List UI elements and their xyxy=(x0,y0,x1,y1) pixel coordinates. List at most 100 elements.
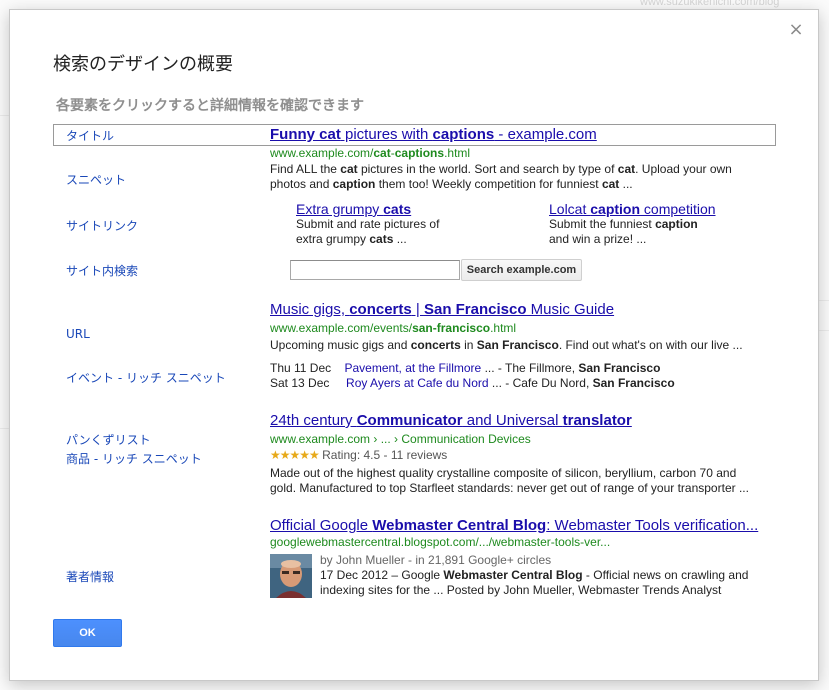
result1-title[interactable]: Funny cat pictures with captions - examp… xyxy=(270,126,597,143)
result1-title-part: - example.com xyxy=(494,126,597,143)
result4-title-part: Official Google xyxy=(270,517,373,534)
label-author[interactable]: 著者情報 xyxy=(66,568,114,585)
sitelink-title-part: competition xyxy=(640,201,716,217)
result2-snippet: Upcoming music gigs and concerts in San … xyxy=(270,338,743,353)
event-date: Sat 13 Dec xyxy=(270,376,330,390)
snippet-text: ... xyxy=(619,177,633,191)
result3-breadcrumb[interactable]: www.example.com › ... › Communication De… xyxy=(270,432,531,446)
snippet-bold: caption xyxy=(655,217,698,231)
author-photo-icon xyxy=(270,554,312,598)
url-bold: san-francisco xyxy=(412,321,491,335)
result3-title[interactable]: 24th century Communicator and Universal … xyxy=(270,412,632,429)
background-divider xyxy=(0,428,9,429)
url-part: .html xyxy=(490,321,517,335)
dialog-subtitle: 各要素をクリックすると詳細情報を確認できます xyxy=(56,98,364,114)
rating-text: Rating: 4.5 - 11 reviews xyxy=(318,448,448,462)
url-part: www.example.com/ xyxy=(270,146,374,160)
snippet-text: gold. Manufactured to top Starfleet stan… xyxy=(270,481,749,495)
sitelink-title-bold: cats xyxy=(383,201,412,217)
sitelink-1-title[interactable]: Extra grumpy cats xyxy=(296,201,439,217)
event-link[interactable]: Pavement, at the Fillmore xyxy=(345,361,482,375)
site-search-input[interactable] xyxy=(290,260,460,280)
snippet-text: 17 Dec 2012 – Google xyxy=(320,568,444,582)
result3-title-bold: Communicator xyxy=(356,412,463,429)
author-byline: by John Mueller - in 21,891 Google+ circ… xyxy=(320,553,552,567)
result3-title-part: 24th century xyxy=(270,412,357,429)
event-venue: ... - The Fillmore, xyxy=(481,361,579,375)
result1-snippet: Find ALL the cat pictures in the world. … xyxy=(270,162,732,192)
result3-snippet: Made out of the highest quality crystall… xyxy=(270,466,749,496)
background-divider xyxy=(819,300,829,301)
snippet-text: Upcoming music gigs and xyxy=(270,338,411,352)
background-url: www.suzukikenichi.com/blog xyxy=(640,0,780,8)
label-product[interactable]: 商品 - リッチ スニペット xyxy=(66,450,202,467)
snippet-text: Submit the funniest xyxy=(549,217,656,231)
snippet-text: Find ALL the xyxy=(270,162,341,176)
label-event[interactable]: イベント - リッチ スニペット xyxy=(66,369,226,386)
result1-title-part: pictures with xyxy=(340,126,433,143)
label-site-search[interactable]: サイト内検索 xyxy=(66,262,138,279)
label-url[interactable]: URL xyxy=(66,327,90,341)
result2-title-part: | xyxy=(411,301,424,318)
sitelink-2-desc: Submit the funniest caption xyxy=(549,217,716,232)
result1-url: www.example.com/cat-captions.html xyxy=(270,146,470,160)
site-search-button[interactable]: Search example.com xyxy=(461,259,582,281)
snippet-bold: Webmaster Central Blog xyxy=(443,568,583,582)
event-date: Thu 11 Dec xyxy=(270,361,332,375)
rating-stars-icon: ★★★★★ xyxy=(270,448,320,462)
result2-title-bold: concerts xyxy=(349,301,412,318)
snippet-text: ... xyxy=(393,232,407,246)
event-venue: ... - Cafe Du Nord, xyxy=(488,376,593,390)
result4-url: googlewebmastercentral.blogspot.com/.../… xyxy=(270,535,611,549)
result4-title-part: : Webmaster Tools verification... xyxy=(546,517,759,534)
result4-title[interactable]: Official Google Webmaster Central Blog: … xyxy=(270,517,758,534)
snippet-bold: cat xyxy=(601,177,620,191)
author-avatar xyxy=(270,554,312,598)
event-row: Thu 11 Dec Pavement, at the Fillmore ...… xyxy=(270,361,660,376)
snippet-text: them too! Weekly competition for funnies… xyxy=(375,177,602,191)
sitelink-title-bold: caption xyxy=(590,201,641,217)
snippet-text: . Find out what's on with our live ... xyxy=(558,338,743,352)
sitelink-1-desc: Submit and rate pictures of xyxy=(296,217,440,231)
snippet-text: . Upload your own xyxy=(635,162,732,176)
label-title[interactable]: タイトル xyxy=(66,127,114,144)
snippet-text: indexing sites for the ... Posted by Joh… xyxy=(320,583,722,597)
url-bold: captions xyxy=(394,146,445,160)
event-city: San Francisco xyxy=(592,376,675,390)
result2-title[interactable]: Music gigs, concerts | San Francisco Mus… xyxy=(270,301,614,318)
event-link[interactable]: Roy Ayers at Cafe du Nord xyxy=(346,376,489,390)
dialog-title: 検索のデザインの概要 xyxy=(53,54,233,75)
sitelink-2-desc2: and win a prize! ... xyxy=(549,232,647,246)
snippet-bold: cat xyxy=(617,162,636,176)
snippet-bold: cat xyxy=(340,162,358,176)
snippet-text: photos and xyxy=(270,177,333,191)
label-sitelinks[interactable]: サイトリンク xyxy=(66,217,138,234)
result3-title-bold: translator xyxy=(562,412,632,429)
label-breadcrumb[interactable]: パンくずリスト xyxy=(66,431,151,448)
sitelink-title-part: Extra grumpy xyxy=(296,201,384,217)
result3-rating: ★★★★★ Rating: 4.5 - 11 reviews xyxy=(270,448,447,463)
event-row: Sat 13 Dec Roy Ayers at Cafe du Nord ...… xyxy=(270,376,675,391)
snippet-text: pictures in the world. Sort and search b… xyxy=(357,162,618,176)
snippet-bold: concerts xyxy=(410,338,461,352)
snippet-bold: San Francisco xyxy=(476,338,559,352)
result4-title-bold: Webmaster Central Blog xyxy=(372,517,547,534)
url-part: .html xyxy=(444,146,471,160)
sitelink-2: Lolcat caption competition Submit the fu… xyxy=(549,201,716,247)
url-part: www.example.com/events/ xyxy=(270,321,413,335)
sitelink-title-part: Lolcat xyxy=(549,201,591,217)
close-icon[interactable]: × xyxy=(788,21,804,39)
snippet-bold: caption xyxy=(332,177,376,191)
search-design-dialog: × 検索のデザインの概要 各要素をクリックすると詳細情報を確認できます タイトル… xyxy=(9,9,819,681)
background-divider xyxy=(819,330,829,331)
event-city: San Francisco xyxy=(578,361,661,375)
ok-button[interactable]: OK xyxy=(53,619,122,647)
result3-title-part: and Universal xyxy=(462,412,563,429)
result2-title-bold: San Francisco xyxy=(423,301,527,318)
sitelink-1: Extra grumpy cats Submit and rate pictur… xyxy=(296,201,439,247)
snippet-text: in xyxy=(460,338,477,352)
sitelink-2-title[interactable]: Lolcat caption competition xyxy=(549,201,716,217)
result1-title-bold: captions xyxy=(432,126,495,143)
url-bold: cat xyxy=(373,146,391,160)
label-snippet[interactable]: スニペット xyxy=(66,171,126,188)
